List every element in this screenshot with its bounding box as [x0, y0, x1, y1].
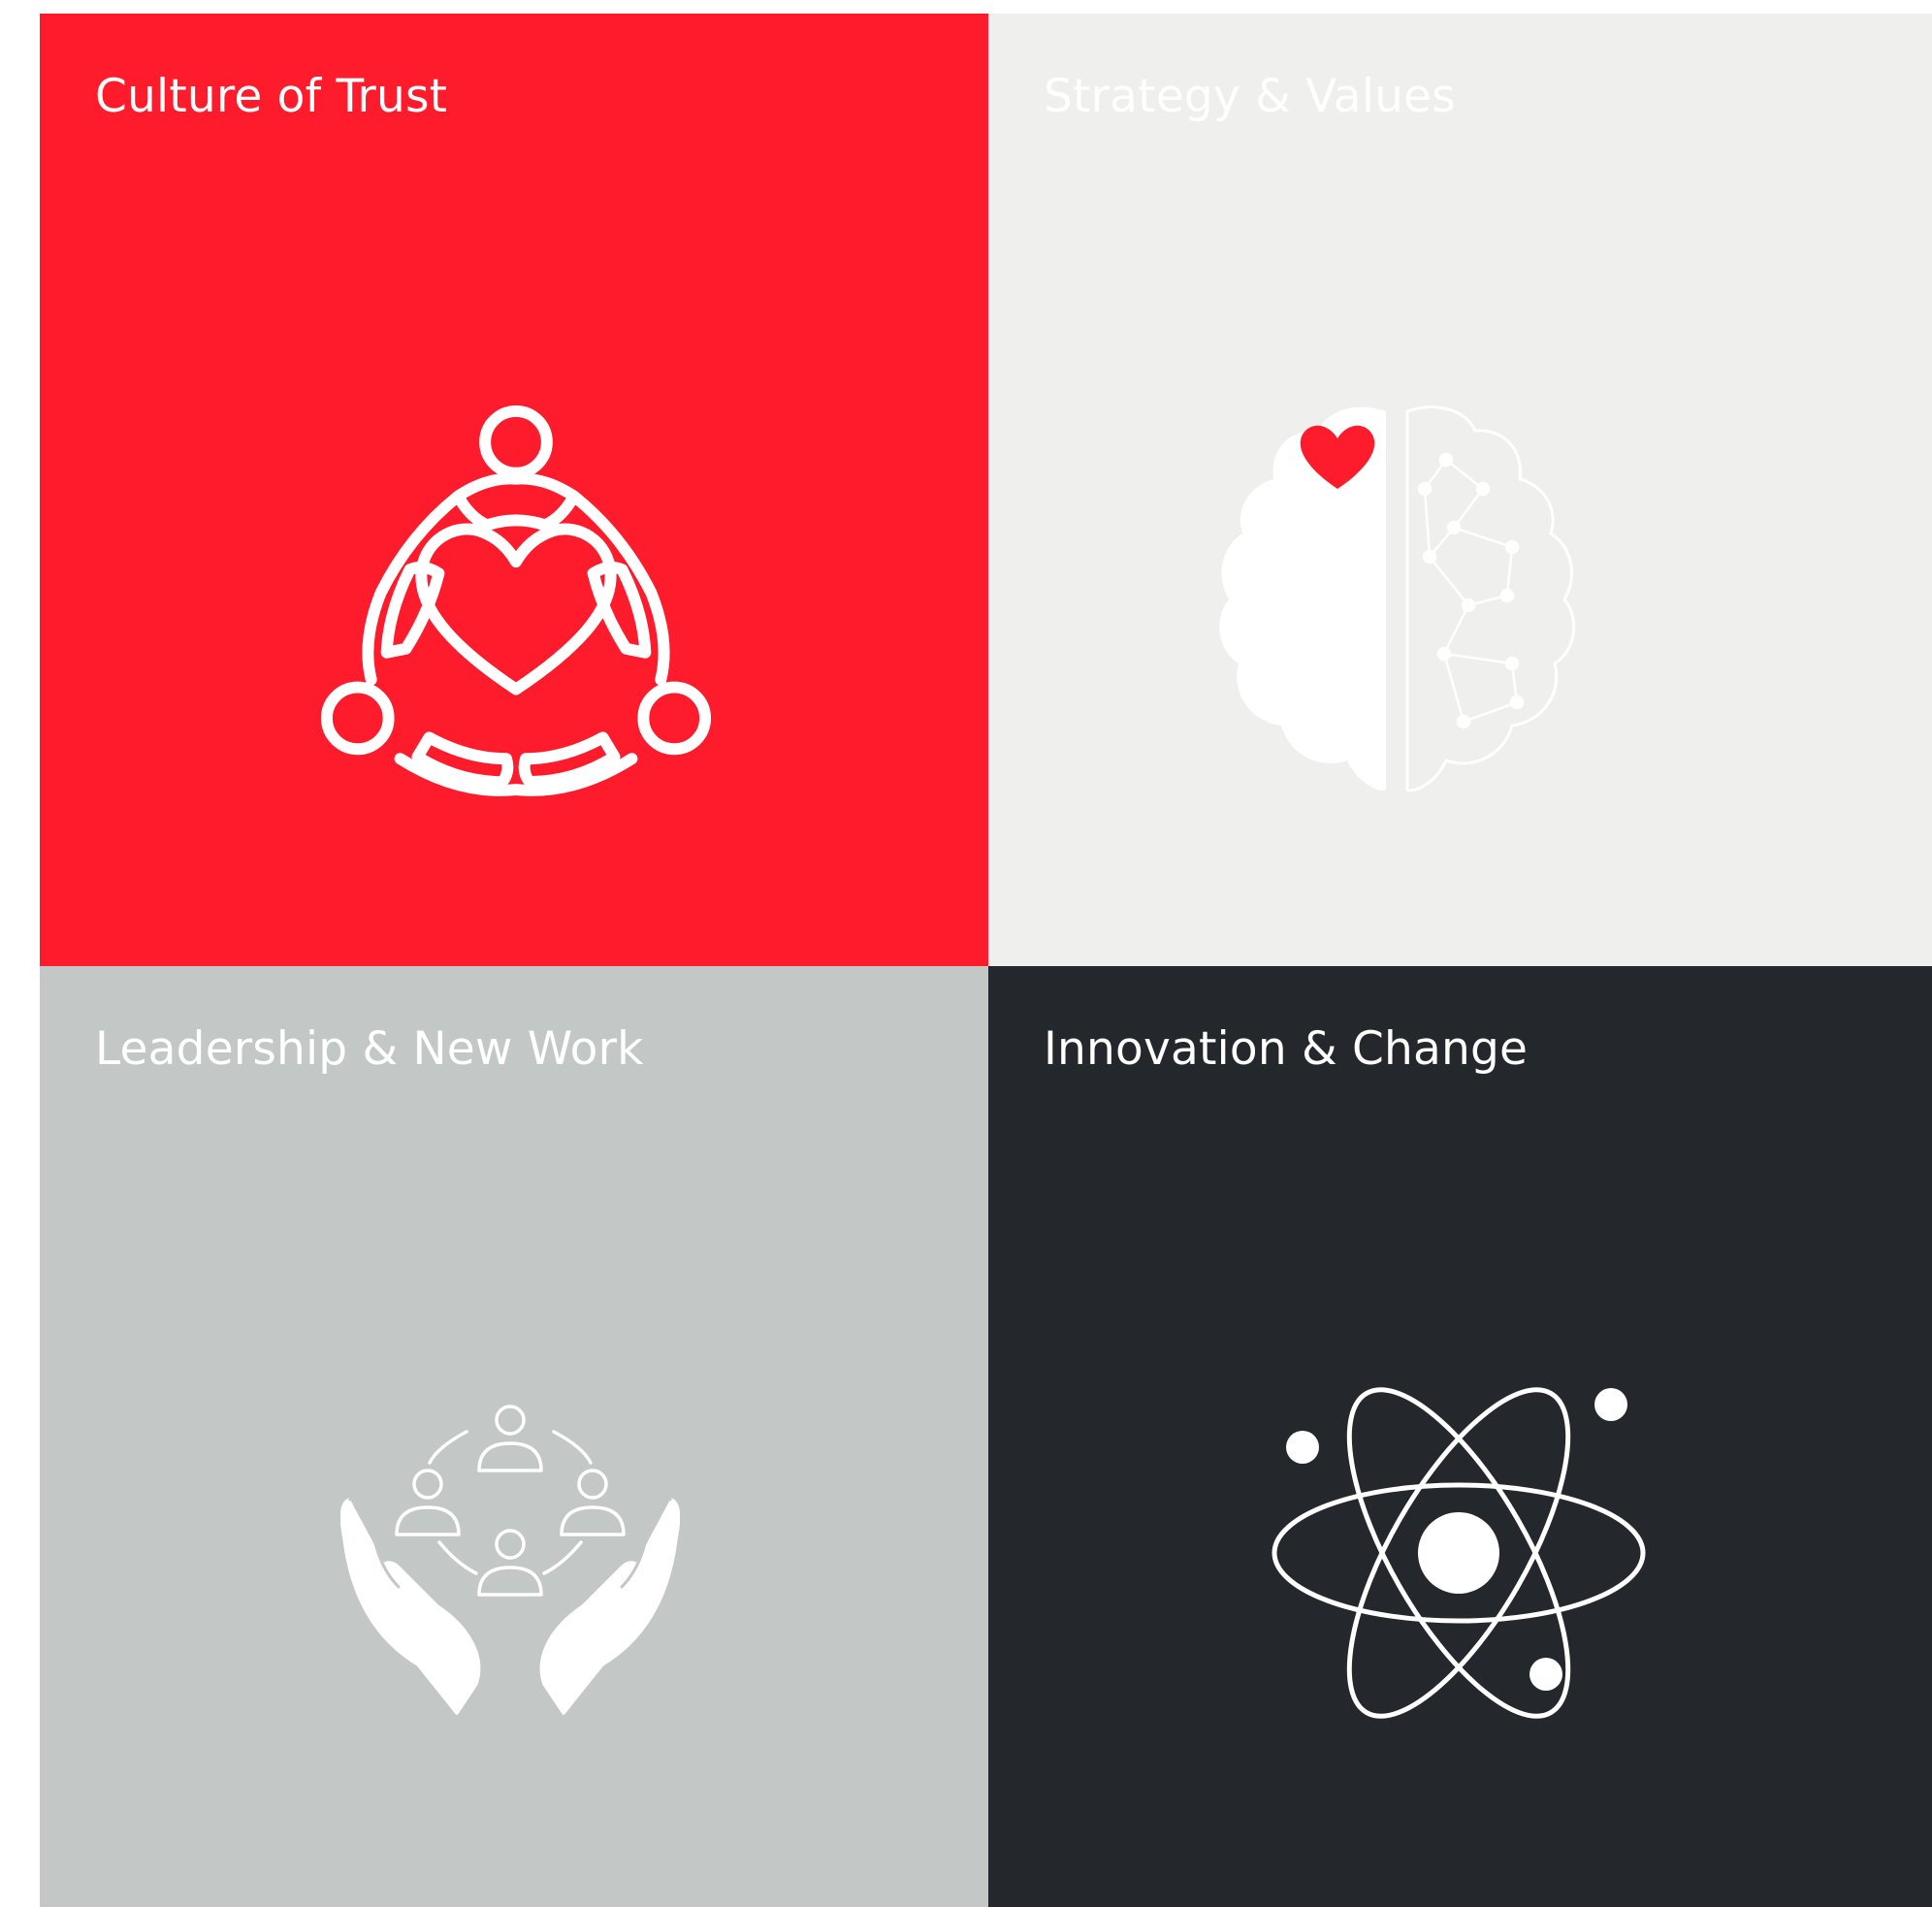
tile-title: Innovation & Change	[1044, 1022, 1529, 1076]
topic-grid: Culture of Trust Strategy & Values Leade…	[40, 14, 1932, 1907]
tile-culture-of-trust[interactable]: Culture of Trust	[40, 14, 988, 966]
tile-title: Culture of Trust	[95, 70, 448, 123]
people-circle-heart-icon	[320, 404, 712, 796]
tile-title: Strategy & Values	[1044, 70, 1456, 123]
tile-leadership-and-new-work[interactable]: Leadership & New Work	[40, 966, 988, 1907]
atom-icon	[1272, 1387, 1646, 1719]
hands-holding-team-icon	[340, 1405, 680, 1715]
tile-title: Leadership & New Work	[95, 1022, 644, 1076]
tile-strategy-and-values[interactable]: Strategy & Values	[988, 14, 1932, 966]
tile-innovation-and-change[interactable]: Innovation & Change	[988, 966, 1932, 1907]
brain-heart-icon	[1219, 405, 1576, 792]
